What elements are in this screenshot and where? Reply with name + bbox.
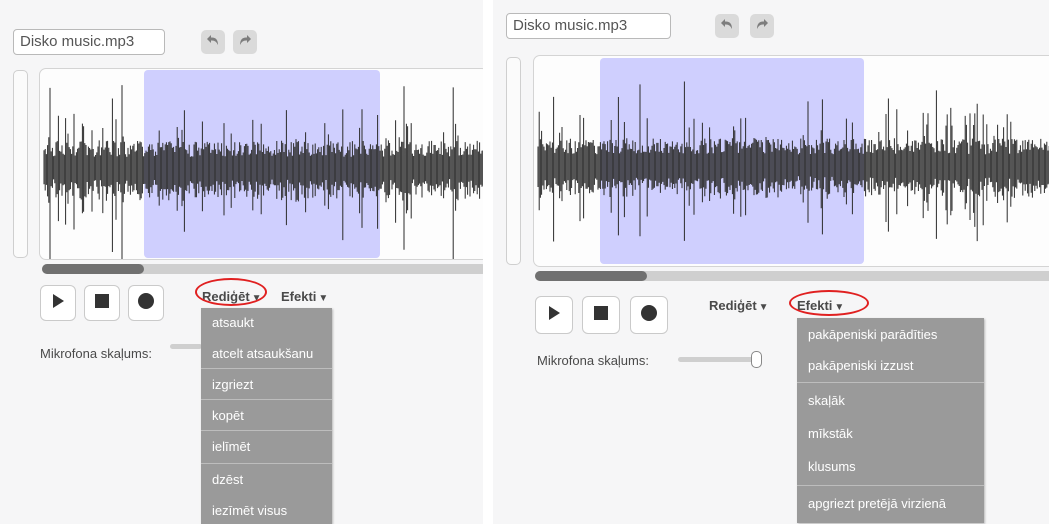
mic-volume-label: Mikrofona skaļums:	[40, 346, 152, 361]
redo-button[interactable]	[233, 30, 257, 54]
mic-volume-slider[interactable]	[170, 344, 202, 349]
menu-item-louder[interactable]: skaļāk	[797, 393, 984, 408]
edit-menu[interactable]: Rediģēt ▼	[709, 298, 769, 313]
highlight-circle	[789, 290, 869, 316]
record-icon	[641, 304, 657, 326]
stop-button[interactable]	[84, 285, 120, 321]
dropdown-arrow-icon: ▼	[318, 293, 329, 304]
sound-name-input[interactable]: Disko music.mp3	[506, 13, 671, 39]
waveform-area[interactable]	[533, 55, 1049, 267]
dropdown-arrow-icon: ▼	[758, 302, 769, 313]
stop-button[interactable]	[582, 296, 620, 334]
menu-item-redo[interactable]: atcelt atsaukšanu	[201, 346, 332, 361]
play-icon	[52, 293, 64, 313]
menu-item-silence[interactable]: klusums	[797, 459, 984, 474]
play-button[interactable]	[535, 296, 573, 334]
effects-dropdown-menu: pakāpeniski parādīties pakāpeniski izzus…	[797, 318, 984, 523]
scrollbar-thumb[interactable]	[535, 271, 647, 281]
undo-icon	[206, 33, 220, 51]
mic-volume-slider[interactable]	[678, 357, 762, 362]
stop-icon	[594, 305, 608, 325]
redo-icon	[755, 17, 769, 35]
play-icon	[548, 305, 560, 325]
sound-name-input[interactable]: Disko music.mp3	[13, 29, 165, 55]
menu-item-fade-in[interactable]: pakāpeniski parādīties	[797, 327, 984, 342]
undo-icon	[720, 17, 734, 35]
menu-item-paste[interactable]: ielīmēt	[201, 439, 332, 454]
menu-item-reverse[interactable]: apgriezt pretējā virzienā	[797, 496, 984, 511]
scrollbar-thumb[interactable]	[42, 264, 144, 274]
menu-separator	[201, 463, 332, 464]
sound-editor-left: Disko music.mp3 Rediģēt ▼ Efekti ▼ Mikrofo…	[0, 0, 483, 524]
edit-menu-label: Rediģēt	[709, 298, 757, 313]
panel-gap	[483, 0, 493, 524]
waveform-area[interactable]	[39, 68, 483, 260]
mic-volume-slider-knob[interactable]	[751, 351, 762, 368]
menu-separator	[201, 399, 332, 400]
highlight-circle	[195, 278, 267, 306]
sound-editor-right: Disko music.mp3 Rediģēt ▼ Efekti ▼ Mikrofo…	[493, 0, 1049, 524]
volume-meter	[506, 57, 521, 265]
record-button[interactable]	[128, 285, 164, 321]
menu-separator	[201, 368, 332, 369]
edit-dropdown-menu: atsaukt atcelt atsaukšanu izgriezt kopēt…	[201, 308, 332, 524]
effects-menu[interactable]: Efekti ▼	[281, 289, 328, 304]
undo-button[interactable]	[715, 14, 739, 38]
redo-icon	[238, 33, 252, 51]
menu-item-delete[interactable]: dzēst	[201, 472, 332, 487]
menu-item-softer[interactable]: mīkstāk	[797, 426, 984, 441]
mic-volume-label: Mikrofona skaļums:	[537, 353, 649, 368]
menu-separator	[797, 382, 984, 383]
stop-icon	[95, 293, 109, 313]
record-icon	[138, 292, 154, 314]
waveform	[43, 85, 483, 259]
menu-separator	[201, 430, 332, 431]
record-button[interactable]	[630, 296, 668, 334]
volume-meter	[13, 70, 28, 258]
menu-separator	[797, 485, 984, 486]
menu-item-select-all[interactable]: iezīmēt visus	[201, 503, 332, 518]
redo-button[interactable]	[750, 14, 774, 38]
effects-menu-label: Efekti	[281, 289, 317, 304]
undo-button[interactable]	[201, 30, 225, 54]
menu-item-cut[interactable]: izgriezt	[201, 377, 332, 392]
menu-item-fade-out[interactable]: pakāpeniski izzust	[797, 358, 984, 373]
play-button[interactable]	[40, 285, 76, 321]
menu-item-undo[interactable]: atsaukt	[201, 315, 332, 330]
menu-item-copy[interactable]: kopēt	[201, 408, 332, 423]
waveform	[537, 81, 1049, 242]
